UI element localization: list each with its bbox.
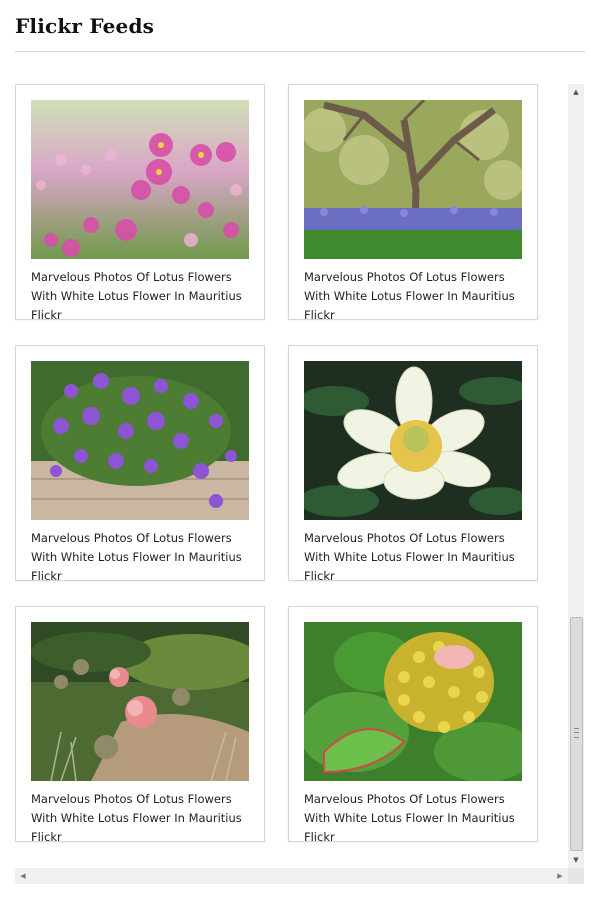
arrow-up-icon[interactable]: ▲ — [568, 84, 584, 100]
feed-card[interactable]: Marvelous Photos Of Lotus Flowers With W… — [15, 84, 265, 322]
photo-caption: Marvelous Photos Of Lotus Flowers With W… — [31, 531, 242, 583]
feed-card[interactable]: Marvelous Photos Of Lotus Flowers With W… — [288, 84, 538, 322]
feed-photo[interactable] — [304, 361, 522, 520]
photo-caption: Marvelous Photos Of Lotus Flowers With W… — [31, 270, 242, 322]
feed-photo[interactable] — [31, 100, 249, 259]
horizontal-scrollbar[interactable]: ◀ ▶ — [15, 868, 568, 884]
feed-scroll-area[interactable]: Marvelous Photos Of Lotus Flowers With W… — [15, 84, 585, 884]
photo-caption: Marvelous Photos Of Lotus Flowers With W… — [304, 792, 515, 844]
feed-photo[interactable] — [31, 622, 249, 781]
feed-photo[interactable] — [304, 622, 522, 781]
scrollbar-corner — [568, 868, 584, 884]
photo-caption: Marvelous Photos Of Lotus Flowers With W… — [304, 531, 515, 583]
feed-photo[interactable] — [304, 100, 522, 259]
title-divider — [15, 51, 585, 52]
scrollbar-thumb[interactable] — [570, 617, 583, 851]
grip-icon — [574, 728, 579, 738]
feed-card[interactable]: Marvelous Photos Of Lotus Flowers With W… — [288, 345, 538, 583]
arrow-left-icon[interactable]: ◀ — [15, 868, 31, 884]
photo-caption: Marvelous Photos Of Lotus Flowers With W… — [304, 270, 515, 322]
photo-caption: Marvelous Photos Of Lotus Flowers With W… — [31, 792, 242, 844]
feed-photo[interactable] — [31, 361, 249, 520]
feed-card[interactable]: Marvelous Photos Of Lotus Flowers With W… — [15, 606, 265, 844]
feed-card[interactable]: Marvelous Photos Of Lotus Flowers With W… — [15, 345, 265, 583]
feed-card[interactable]: Marvelous Photos Of Lotus Flowers With W… — [288, 606, 538, 844]
flickr-feeds-widget: Flickr Feeds Marvelous Photos Of Lotus F… — [0, 0, 600, 906]
vertical-scrollbar[interactable]: ▲ ▼ — [568, 84, 584, 868]
arrow-right-icon[interactable]: ▶ — [552, 868, 568, 884]
arrow-down-icon[interactable]: ▼ — [568, 852, 584, 868]
widget-title: Flickr Feeds — [15, 14, 155, 38]
